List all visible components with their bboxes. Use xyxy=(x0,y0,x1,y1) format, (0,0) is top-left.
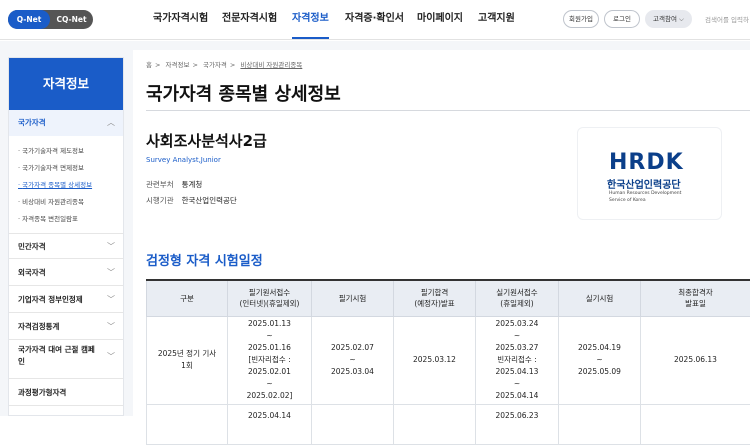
breadcrumb-national[interactable]: 국가자격 xyxy=(203,61,227,69)
qualification-english-name: Survey Analyst,Junior xyxy=(146,156,221,164)
qnet-tab[interactable]: Q-Net xyxy=(8,10,50,29)
table-cell xyxy=(559,404,641,444)
sidebar-item-label: 국가자격 xyxy=(18,118,46,127)
sidebar-item-national[interactable]: 국가자격 ︿ xyxy=(9,110,123,136)
site-switch: Q-Net CQ-Net xyxy=(8,10,93,29)
agency-value: 한국산업인력공단 xyxy=(182,196,237,205)
table-cell xyxy=(394,404,476,444)
nav-certificate[interactable]: 자격증·확인서 xyxy=(345,0,404,39)
table-row: 2025.04.14 2025.06.23 xyxy=(147,404,750,444)
nav-mypage[interactable]: 마이페이지 xyxy=(417,0,463,39)
table-cell: 2025년 정기 기사1회 xyxy=(147,316,228,404)
qualification-name: 사회조사분석사2급 xyxy=(146,130,267,151)
sidebar-sub-exemption[interactable]: · 국가기술자격 면제정보 xyxy=(18,162,84,172)
chevron-down-icon: ﹀ xyxy=(107,287,115,313)
sidebar-item-corporate[interactable]: 기업자격 정부인정제 ﹀ xyxy=(9,287,123,313)
sidebar-item-label: 외국자격 xyxy=(18,268,46,277)
table-header-row: 구분필기원서접수(인터넷)(휴일제외)필기시험필기합격(예정자)발표실기원서접수… xyxy=(147,280,750,316)
title-divider xyxy=(146,110,750,111)
chevron-down-icon: ﹀ xyxy=(107,351,115,363)
table-cell: 2025.02.07~2025.03.04 xyxy=(312,316,394,404)
column-header: 필기시험 xyxy=(312,280,394,316)
table-cell: 2025.06.13 xyxy=(641,316,750,404)
agency-row: 시행기관 한국산업인력공단 xyxy=(146,195,237,206)
login-button[interactable]: 로그인 xyxy=(604,10,640,28)
sidebar-item-private[interactable]: 민간자격 ﹀ xyxy=(9,233,123,259)
sidebar-item-foreign[interactable]: 외국자격 ﹀ xyxy=(9,260,123,286)
logo-mark: HRDK xyxy=(609,150,684,175)
sidebar-item-label: 자격검정통계 xyxy=(18,322,59,331)
table-cell: 2025.01.13~2025.01.16[빈자리접수 :2025.02.01~… xyxy=(228,316,312,404)
column-header: 실기시험 xyxy=(559,280,641,316)
sidebar-item-label: 민간자격 xyxy=(18,242,46,251)
nav-professional-exam[interactable]: 전문자격시험 xyxy=(222,0,277,39)
sidebar-title: 자격정보 xyxy=(9,58,123,110)
table-cell: 2025.06.23 xyxy=(476,404,559,444)
nav-support[interactable]: 고객지원 xyxy=(478,0,515,39)
column-header: 최종합격자발표일 xyxy=(641,280,750,316)
table-cell xyxy=(147,404,228,444)
column-header: 필기합격(예정자)발표 xyxy=(394,280,476,316)
table-cell xyxy=(641,404,750,444)
search-input[interactable]: 검색어를 입력하 xyxy=(705,14,749,24)
signup-button[interactable]: 회원가입 xyxy=(563,10,599,28)
table-row: 2025년 정기 기사1회2025.01.13~2025.01.16[빈자리접수… xyxy=(147,316,750,404)
breadcrumb-info[interactable]: 자격정보 xyxy=(166,61,190,69)
sidebar-item-campaign[interactable]: 국가자격 대여 근절 캠페인 ﹀ xyxy=(9,341,123,379)
breadcrumb-home[interactable]: 홈 xyxy=(146,61,152,69)
column-header: 실기원서접수(휴일제외) xyxy=(476,280,559,316)
cqnet-tab[interactable]: CQ-Net xyxy=(50,10,93,29)
table-cell: 2025.03.24~2025.03.27빈자리접수 :2025.04.13~2… xyxy=(476,316,559,404)
ministry-row: 관련부처 통계청 xyxy=(146,179,202,190)
column-header: 구분 xyxy=(147,280,228,316)
sidebar-sub-detail[interactable]: · 국가자격 종목별 상세정보 xyxy=(18,179,92,189)
chevron-down-icon: ﹀ xyxy=(107,260,115,286)
nav-national-exam[interactable]: 국가자격시험 xyxy=(153,0,208,39)
logo-english-name: Human Resources DevelopmentService of Ko… xyxy=(609,190,681,204)
breadcrumb: 홈> 자격정보> 국가자격> 비상대비 자원관리종목 xyxy=(146,59,305,69)
chevron-down-icon: ﹀ xyxy=(107,314,115,340)
table-cell: 2025.04.14 xyxy=(228,404,312,444)
sidebar-item-statistics[interactable]: 자격검정통계 ﹀ xyxy=(9,314,123,340)
sidebar-sub-emergency[interactable]: · 비상대비 자원관리종목 xyxy=(18,196,84,206)
sidebar-item-label: 기업자격 정부인정제 xyxy=(18,295,83,304)
chevron-down-icon: ﹀ xyxy=(107,234,115,260)
sidebar-item-label: 과정평가형자격 xyxy=(18,388,66,397)
sidebar-item-course[interactable]: 과정평가형자격 xyxy=(9,380,123,406)
exam-schedule-table: 구분필기원서접수(인터넷)(휴일제외)필기시험필기합격(예정자)발표실기원서접수… xyxy=(146,279,750,445)
top-header: Q-Net CQ-Net 국가자격시험 전문자격시험 자격정보 자격증·확인서 … xyxy=(0,0,750,40)
logo-korean-name: 한국산업인력공단 xyxy=(607,176,681,191)
table-cell: 2025.04.19~2025.05.09 xyxy=(559,316,641,404)
breadcrumb-current[interactable]: 비상대비 자원관리종목 xyxy=(240,61,302,69)
ministry-value: 통계청 xyxy=(182,180,203,189)
sidebar: 자격정보 국가자격 ︿ · 국가기술자격 제도정보 · 국가기술자격 면제정보 … xyxy=(8,57,124,416)
column-header: 필기원서접수(인터넷)(휴일제외) xyxy=(228,280,312,316)
table-cell xyxy=(312,404,394,444)
schedule-section-title: 검정형 자격 시험일정 xyxy=(146,250,263,269)
agency-label: 시행기관 xyxy=(146,196,174,205)
table-cell: 2025.03.12 xyxy=(394,316,476,404)
hrdk-logo: HRDK 한국산업인력공단 Human Resources Developmen… xyxy=(577,127,722,220)
ministry-label: 관련부처 xyxy=(146,180,174,189)
sidebar-item-label: 국가자격 대여 근절 캠페인 xyxy=(18,345,95,366)
sidebar-sub-history[interactable]: · 자격종목 변천일람표 xyxy=(18,213,78,223)
chevron-up-icon: ︿ xyxy=(107,110,115,136)
customer-participation-button[interactable]: 고객참여 ⌵ xyxy=(645,10,692,28)
page-title: 국가자격 종목별 상세정보 xyxy=(146,80,341,106)
nav-qualification-info[interactable]: 자격정보 xyxy=(292,0,329,39)
sidebar-sub-system-info[interactable]: · 국가기술자격 제도정보 xyxy=(18,145,84,155)
